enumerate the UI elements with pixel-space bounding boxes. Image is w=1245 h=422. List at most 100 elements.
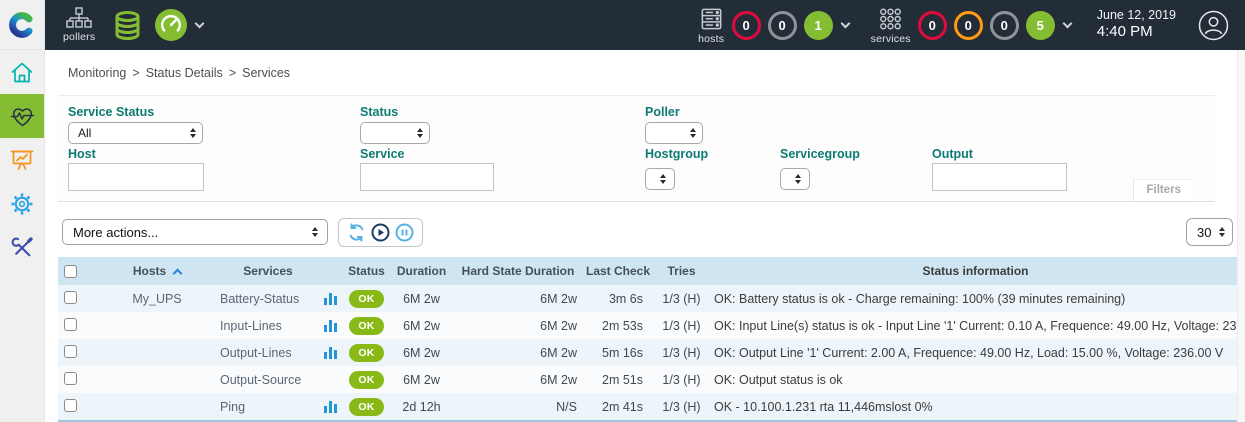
table-row[interactable]: Output-Source OK 6M 2w 6M 2w 2m 51s 1/3 … [58, 366, 1237, 393]
select-arrows-icon [660, 174, 666, 184]
sort-asc-icon [173, 268, 183, 278]
tools-icon [9, 235, 35, 261]
select-arrows-icon [1219, 227, 1225, 237]
pause-button[interactable] [395, 223, 414, 242]
sidebar-item-configuration[interactable] [0, 182, 44, 226]
service-status-select[interactable]: All [68, 122, 203, 144]
graph-icon[interactable] [324, 346, 337, 359]
filters-tab[interactable]: Filters [1133, 179, 1193, 201]
last-check-cell: 5m 16s [583, 346, 653, 360]
status-information-cell: OK - 10.100.1.231 rta 11,446mslost 0% [710, 400, 1237, 414]
database-status[interactable] [111, 9, 144, 42]
centreon-logo[interactable] [0, 0, 44, 50]
status-select[interactable] [360, 122, 430, 144]
breadcrumb-separator: > [229, 66, 236, 80]
duration-cell: 6M 2w [390, 346, 453, 360]
services-table-body: My_UPS Battery-Status OK 6M 2w 6M 2w 3m … [58, 285, 1237, 422]
services-counter-0[interactable]: 0 [918, 11, 947, 40]
column-header-last-check[interactable]: Last Check [583, 264, 653, 278]
column-header-tries[interactable]: Tries [653, 264, 710, 278]
select-arrows-icon [795, 174, 801, 184]
user-menu[interactable] [1198, 10, 1229, 41]
refresh-button-group [338, 218, 423, 247]
play-button[interactable] [371, 223, 390, 242]
row-checkbox[interactable] [64, 318, 77, 331]
services-label: services [871, 33, 911, 45]
service-link[interactable]: Ping [220, 400, 245, 414]
hosts-counters: 001 [725, 11, 833, 40]
services-counter-1[interactable]: 0 [954, 11, 983, 40]
poller-menu-chevron-down-icon[interactable] [195, 18, 205, 28]
breadcrumb-status-details[interactable]: Status Details [146, 66, 223, 80]
clock: June 12, 2019 4:40 PM [1097, 8, 1176, 42]
service-link[interactable]: Battery-Status [220, 292, 299, 306]
hosts-counter-0[interactable]: 0 [732, 11, 761, 40]
table-row[interactable]: Input-Lines OK 6M 2w 6M 2w 2m 53s 1/3 (H… [58, 312, 1237, 339]
column-header-duration[interactable]: Duration [390, 264, 453, 278]
breadcrumb-services[interactable]: Services [242, 66, 290, 80]
duration-cell: 6M 2w [390, 373, 453, 387]
host-input[interactable] [68, 163, 204, 191]
status-badge: OK [349, 344, 383, 362]
select-all-checkbox[interactable] [64, 265, 77, 278]
row-checkbox[interactable] [64, 399, 77, 412]
hard-state-duration-header-label: Hard State Duration [462, 264, 575, 278]
hostgroup-select[interactable] [645, 168, 675, 190]
sidebar-item-monitoring[interactable] [0, 94, 44, 138]
row-checkbox[interactable] [64, 372, 77, 385]
sidebar-item-administration[interactable] [0, 226, 44, 270]
more-actions-select[interactable]: More actions... [62, 219, 328, 245]
sidebar-item-home[interactable] [0, 50, 44, 94]
service-input[interactable] [360, 163, 494, 191]
pause-icon [395, 223, 414, 242]
pollers-status[interactable]: pollers [63, 7, 95, 43]
output-input[interactable] [932, 163, 1067, 191]
chart-board-icon [9, 147, 35, 173]
table-row[interactable]: Ping OK 2d 12h N/S 2m 41s 1/3 (H) OK - 1… [58, 393, 1237, 420]
services-chevron-down-icon[interactable] [1062, 18, 1072, 28]
hard-state-duration-cell: 6M 2w [453, 373, 583, 387]
service-link[interactable]: Output-Lines [220, 346, 292, 360]
last-check-cell: 2m 51s [583, 373, 653, 387]
column-header-hosts[interactable]: Hosts [96, 264, 218, 278]
hosts-status[interactable]: hosts [698, 6, 725, 45]
sidebar-item-reports[interactable] [0, 138, 44, 182]
table-header-row: Hosts Services Status Duration Hard Stat… [58, 257, 1237, 285]
hosts-counter-1[interactable]: 0 [768, 11, 797, 40]
service-link[interactable]: Input-Lines [220, 319, 282, 333]
host-link[interactable]: My_UPS [132, 292, 181, 306]
pollers-icon [66, 7, 92, 30]
tries-cell: 1/3 (H) [653, 319, 710, 333]
service-label: Service [360, 147, 404, 161]
table-row[interactable]: My_UPS Battery-Status OK 6M 2w 6M 2w 3m … [58, 285, 1237, 312]
hosts-counter-2[interactable]: 1 [804, 11, 833, 40]
breadcrumb-monitoring[interactable]: Monitoring [68, 66, 126, 80]
services-status[interactable]: services [871, 6, 911, 45]
graph-icon[interactable] [324, 400, 337, 413]
graph-icon[interactable] [324, 319, 337, 332]
services-counters: 0005 [911, 11, 1055, 40]
services-table: Hosts Services Status Duration Hard Stat… [58, 257, 1237, 422]
scrollbar-gutter[interactable] [1237, 50, 1245, 422]
status-information-cell: OK: Input Line(s) status is ok - Input L… [710, 319, 1237, 333]
hostgroup-label: Hostgroup [645, 147, 708, 161]
services-counter-3[interactable]: 5 [1026, 11, 1055, 40]
poller-select[interactable] [645, 122, 703, 144]
servicegroup-select[interactable] [780, 168, 810, 190]
service-link[interactable]: Output-Source [220, 373, 301, 387]
table-row[interactable]: Output-Lines OK 6M 2w 6M 2w 5m 16s 1/3 (… [58, 339, 1237, 366]
tries-header-label: Tries [667, 264, 695, 278]
latency-status[interactable] [155, 9, 187, 41]
column-header-status-information[interactable]: Status information [710, 264, 1237, 278]
column-header-status[interactable]: Status [343, 264, 390, 278]
services-counter-2[interactable]: 0 [990, 11, 1019, 40]
hosts-chevron-down-icon[interactable] [840, 18, 850, 28]
page-size-select[interactable]: 30 [1186, 218, 1233, 246]
column-header-services[interactable]: Services [218, 264, 318, 278]
graph-icon[interactable] [324, 292, 337, 305]
refresh-button[interactable] [347, 223, 366, 242]
column-header-hard-state-duration[interactable]: Hard State Duration [453, 264, 583, 278]
gear-icon [9, 191, 35, 217]
row-checkbox[interactable] [64, 345, 77, 358]
row-checkbox[interactable] [64, 291, 77, 304]
